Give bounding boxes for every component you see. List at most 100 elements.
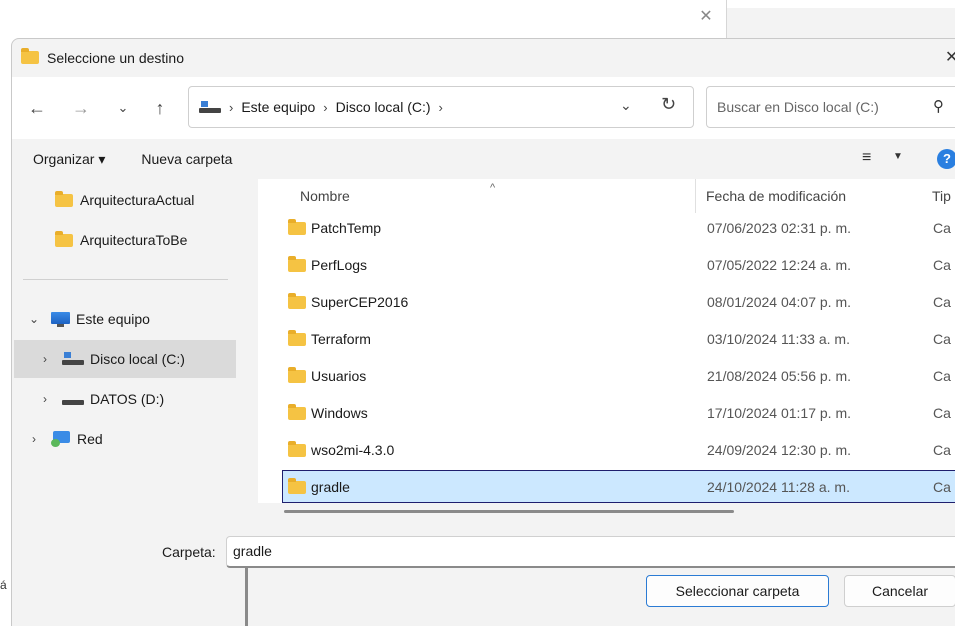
item-type: Ca <box>933 330 951 347</box>
list-item[interactable]: PerfLogs 07/05/2022 12:24 a. m. Ca <box>282 248 955 281</box>
refresh-icon[interactable]: ↻ <box>661 94 676 115</box>
folder-icon <box>55 190 73 207</box>
view-options-icon[interactable]: ≡ <box>862 149 871 167</box>
item-name: Usuarios <box>311 367 367 384</box>
nav-item-drive-c[interactable]: › Disco local (C:) <box>14 340 236 378</box>
select-folder-button[interactable]: Seleccionar carpeta <box>646 575 829 607</box>
horizontal-scrollbar[interactable] <box>284 510 734 513</box>
list-item[interactable]: Windows 17/10/2024 01:17 p. m. Ca <box>282 396 955 429</box>
folder-icon <box>288 478 306 494</box>
navigation-pane: ArquitecturaActual ArquitecturaToBe ⌄ Es… <box>13 179 248 626</box>
list-item[interactable]: SuperCEP2016 08/01/2024 04:07 p. m. Ca <box>282 285 955 318</box>
column-divider[interactable] <box>695 179 696 213</box>
folder-icon <box>288 330 306 346</box>
nav-item-label: Red <box>77 431 103 447</box>
list-item[interactable]: wso2mi-4.3.0 24/09/2024 12:30 p. m. Ca <box>282 433 955 466</box>
address-history-chevron-icon[interactable]: ⌄ <box>620 97 632 114</box>
item-name: wso2mi-4.3.0 <box>311 441 395 458</box>
background-strip <box>727 8 955 38</box>
breadcrumb-separator-icon[interactable]: › <box>229 100 233 115</box>
nav-divider <box>23 279 228 280</box>
item-date: 08/01/2024 04:07 p. m. <box>707 293 851 310</box>
item-name: Terraform <box>311 330 371 347</box>
breadcrumb-drive-c[interactable]: Disco local (C:) <box>336 99 431 115</box>
item-type: Ca <box>933 367 951 384</box>
back-arrow-icon[interactable]: ← <box>26 97 48 119</box>
expand-chevron-right-icon[interactable]: › <box>36 392 54 406</box>
list-item[interactable]: Usuarios 21/08/2024 05:56 p. m. Ca <box>282 359 955 392</box>
folder-icon <box>288 367 306 383</box>
column-header-name[interactable]: Nombre <box>300 179 350 213</box>
breadcrumb-separator-icon[interactable]: › <box>439 100 443 115</box>
breadcrumb-separator-icon[interactable]: › <box>323 100 327 115</box>
item-name: SuperCEP2016 <box>311 293 409 310</box>
list-item[interactable]: Terraform 03/10/2024 11:33 a. m. Ca <box>282 322 955 355</box>
breadcrumb-this-pc[interactable]: Este equipo <box>241 99 315 115</box>
nav-item-label: Disco local (C:) <box>90 351 185 367</box>
item-date: 03/10/2024 11:33 a. m. <box>707 330 850 347</box>
item-type: Ca <box>933 441 951 458</box>
forward-arrow-icon[interactable]: → <box>70 97 92 119</box>
column-header-type[interactable]: Tip <box>932 179 951 213</box>
cancel-button[interactable]: Cancelar <box>844 575 955 607</box>
file-list: Nombre ^ Fecha de modificación Tip Patch… <box>258 179 955 521</box>
item-name: PatchTemp <box>311 219 382 236</box>
column-header-date[interactable]: Fecha de modificación <box>706 179 846 213</box>
background-edge-text: á <box>0 578 7 592</box>
folder-field-label: Carpeta: <box>162 544 216 560</box>
item-name: gradle <box>311 478 350 495</box>
expand-chevron-down-icon[interactable]: ⌄ <box>25 312 43 326</box>
nav-item-network[interactable]: › Red <box>25 420 103 458</box>
computer-icon <box>51 311 70 327</box>
folder-icon <box>288 219 306 235</box>
item-type: Ca <box>933 404 951 421</box>
list-item[interactable]: PatchTemp 07/06/2023 02:31 p. m. Ca <box>282 211 955 244</box>
item-type: Ca <box>933 293 951 310</box>
item-type: Ca <box>933 478 951 495</box>
dialog-title: Seleccione un destino <box>47 50 184 66</box>
nav-item-arquitecturatobe[interactable]: ArquitecturaToBe <box>55 221 187 259</box>
folder-icon <box>288 256 306 272</box>
close-icon[interactable]: ✕ <box>945 47 955 67</box>
item-date: 24/10/2024 11:28 a. m. <box>707 478 850 495</box>
search-input[interactable]: Buscar en Disco local (C:) ⚲ <box>706 86 955 128</box>
up-arrow-icon[interactable]: ↑ <box>149 97 171 119</box>
folder-input[interactable]: gradle <box>226 536 955 568</box>
new-folder-button[interactable]: Nueva carpeta <box>141 151 232 167</box>
item-date: 24/09/2024 12:30 p. m. <box>707 441 851 458</box>
item-date: 21/08/2024 05:56 p. m. <box>707 367 851 384</box>
nav-item-drive-d[interactable]: › DATOS (D:) <box>36 380 164 418</box>
folder-icon <box>288 441 306 457</box>
folder-icon <box>55 230 73 247</box>
command-toolbar: Organizar ▾ Nueva carpeta ≡ ▼ ? <box>12 139 955 179</box>
drive-icon <box>62 392 84 406</box>
background-close-icon[interactable]: ✕ <box>694 6 718 28</box>
item-type: Ca <box>933 219 951 236</box>
item-name: Windows <box>311 404 368 421</box>
nav-item-label: Este equipo <box>76 311 150 327</box>
item-name: PerfLogs <box>311 256 368 273</box>
nav-item-label: ArquitecturaActual <box>80 192 195 208</box>
nav-item-arquitecturaactual[interactable]: ArquitecturaActual <box>55 181 194 219</box>
nav-item-label: DATOS (D:) <box>90 391 165 407</box>
drive-icon <box>199 101 221 113</box>
address-bar[interactable]: › Este equipo › Disco local (C:) › ⌄ ↻ <box>188 86 694 128</box>
nav-item-label: ArquitecturaToBe <box>80 232 188 248</box>
nav-item-this-pc[interactable]: ⌄ Este equipo <box>25 300 150 338</box>
expand-chevron-right-icon[interactable]: › <box>36 352 54 366</box>
expand-chevron-right-icon[interactable]: › <box>25 432 43 446</box>
search-icon[interactable]: ⚲ <box>933 97 944 115</box>
windows-drive-icon <box>62 352 84 366</box>
folder-icon <box>288 404 306 420</box>
dialog-titlebar: Seleccione un destino ✕ <box>12 39 955 77</box>
view-dropdown-icon[interactable]: ▼ <box>893 151 903 162</box>
item-date: 07/06/2023 02:31 p. m. <box>707 219 851 236</box>
list-item-selected[interactable]: gradle 24/10/2024 11:28 a. m. Ca <box>282 470 955 503</box>
organize-menu-button[interactable]: Organizar ▾ <box>33 151 105 168</box>
folder-icon <box>288 293 306 309</box>
item-date: 07/05/2022 12:24 a. m. <box>707 256 851 273</box>
help-icon[interactable]: ? <box>937 149 955 169</box>
recent-locations-chevron-icon[interactable]: ⌄ <box>112 97 134 119</box>
navigation-row: ← → ⌄ ↑ › Este equipo › Disco local (C:)… <box>12 77 955 139</box>
sort-ascending-icon: ^ <box>490 182 496 194</box>
